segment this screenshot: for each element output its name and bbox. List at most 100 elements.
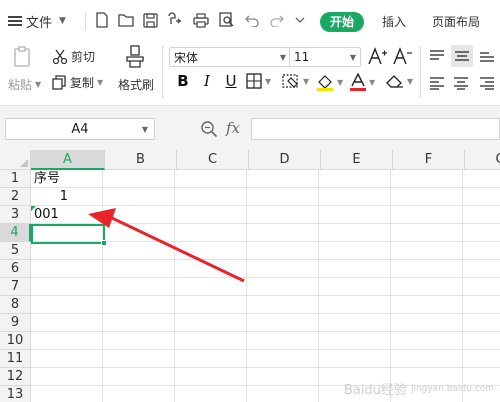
fill-effects-button[interactable]: ▼ xyxy=(282,73,309,89)
print-preview-icon[interactable] xyxy=(219,12,235,28)
chevron-down-icon: ▼ xyxy=(369,77,376,87)
align-top-icon[interactable] xyxy=(427,46,447,66)
select-all-corner[interactable] xyxy=(0,150,31,170)
save-icon[interactable] xyxy=(142,12,158,28)
underline-icon[interactable]: U xyxy=(222,72,240,90)
column-header-c[interactable]: C xyxy=(177,150,249,170)
row-header-2[interactable]: 2 xyxy=(0,188,31,206)
ribbon-toolbar: 粘贴 ▼ 剪切 复制 ▼ 格式刷 宋体 ▼ 11 ▼ B I U ▼ ▼ ▼ ▼… xyxy=(0,40,500,106)
watermark-brand: Baidu经验 xyxy=(343,383,407,398)
row-header-3[interactable]: 3 xyxy=(0,206,31,224)
column-header-g[interactable]: G xyxy=(465,150,500,170)
row-header-5[interactable]: 5 xyxy=(0,242,31,260)
cell-style-icon xyxy=(282,74,298,88)
align-left-icon[interactable] xyxy=(427,73,447,93)
export-icon[interactable] xyxy=(166,12,182,28)
divider xyxy=(420,46,421,98)
chevron-down-icon: ▼ xyxy=(59,16,66,26)
decrease-font-icon[interactable] xyxy=(393,47,413,65)
redo-icon[interactable] xyxy=(268,12,284,28)
row-header-12[interactable]: 12 xyxy=(0,368,31,386)
zoom-icon[interactable] xyxy=(200,120,218,138)
column-header-a[interactable]: A xyxy=(31,150,105,170)
file-menu-button[interactable]: 文件 ▼ xyxy=(8,10,66,32)
column-header-d[interactable]: D xyxy=(249,150,321,170)
bold-icon[interactable]: B xyxy=(174,72,192,90)
copy-button[interactable]: 复制 ▼ xyxy=(52,74,103,91)
chevron-down-icon: ▼ xyxy=(303,76,310,86)
name-box[interactable]: A4 ▼ xyxy=(5,118,155,140)
align-right-icon[interactable] xyxy=(477,73,497,93)
scissors-icon xyxy=(52,49,68,64)
cell-area[interactable] xyxy=(31,170,500,402)
font-color-button[interactable]: ▼ xyxy=(350,73,375,91)
clear-button[interactable]: ▼ xyxy=(386,73,413,89)
cell-a1[interactable]: 序号 xyxy=(31,170,105,188)
font-name-select[interactable]: 宋体 ▼ xyxy=(169,47,291,67)
column-header-b[interactable]: B xyxy=(105,150,177,170)
chevron-down-icon: ▼ xyxy=(349,52,356,62)
align-center-icon[interactable] xyxy=(451,73,471,93)
fill-color-button[interactable]: ▼ xyxy=(316,73,343,91)
row-header-10[interactable]: 10 xyxy=(0,332,31,350)
paste-button[interactable]: 粘贴 ▼ xyxy=(8,76,41,93)
cell-a3[interactable]: 001 xyxy=(31,206,105,224)
print-icon[interactable] xyxy=(193,12,209,28)
cell-a2[interactable]: 1 xyxy=(31,188,71,206)
increase-font-icon[interactable] xyxy=(368,47,388,65)
chevron-down-icon: ▼ xyxy=(407,76,414,86)
font-size-select[interactable]: 11 ▼ xyxy=(289,47,361,67)
tab-insert[interactable]: 插入 xyxy=(382,12,406,32)
format-painter-icon[interactable] xyxy=(124,44,146,70)
watermark: Baidu经验 jingyan.baidu.com xyxy=(344,379,494,398)
column-header-f[interactable]: F xyxy=(393,150,465,170)
row-header-6[interactable]: 6 xyxy=(0,260,31,278)
open-folder-icon[interactable] xyxy=(118,12,134,28)
copy-icon xyxy=(52,75,66,90)
fill-handle[interactable] xyxy=(101,240,107,246)
fx-icon[interactable]: fx xyxy=(226,119,240,137)
divider xyxy=(85,12,86,30)
customize-chevron-icon[interactable] xyxy=(292,12,308,28)
divider xyxy=(162,46,163,98)
spreadsheet-grid: A B C D E F G 1 2 3 4 5 6 7 8 9 10 11 12… xyxy=(0,150,500,402)
row-header-11[interactable]: 11 xyxy=(0,350,31,368)
border-icon xyxy=(246,73,262,89)
tab-home[interactable]: 开始 xyxy=(320,12,365,32)
row-header-1[interactable]: 1 xyxy=(0,170,31,188)
row-header-13[interactable]: 13 xyxy=(0,386,31,402)
row-header-8[interactable]: 8 xyxy=(0,296,31,314)
row-header-9[interactable]: 9 xyxy=(0,314,31,332)
formula-input[interactable] xyxy=(251,118,500,140)
title-bar: 文件 ▼ 开始 插入 页面布局 xyxy=(0,0,500,40)
hamburger-icon xyxy=(8,16,22,26)
new-document-icon[interactable] xyxy=(94,12,110,28)
eraser-icon xyxy=(386,75,403,88)
formula-bar: A4 ▼ fx xyxy=(0,106,500,150)
font-name-value: 宋体 xyxy=(174,50,199,65)
selected-cell-a4[interactable] xyxy=(31,224,107,246)
format-painter-label: 格式刷 xyxy=(118,78,155,92)
chevron-down-icon: ▼ xyxy=(35,80,42,89)
cut-button[interactable]: 剪切 xyxy=(52,48,95,65)
copy-label: 复制 xyxy=(70,76,95,90)
align-bottom-icon[interactable] xyxy=(477,46,497,66)
format-painter-button[interactable]: 格式刷 xyxy=(118,76,154,93)
chevron-down-icon: ▼ xyxy=(279,52,286,62)
font-color-icon xyxy=(350,73,366,91)
row-header-4[interactable]: 4 xyxy=(0,224,31,242)
error-indicator-icon xyxy=(31,206,36,211)
italic-icon[interactable]: I xyxy=(198,72,216,90)
column-header-e[interactable]: E xyxy=(321,150,393,170)
paste-icon[interactable] xyxy=(12,45,34,69)
row-header-7[interactable]: 7 xyxy=(0,278,31,296)
tab-page-layout[interactable]: 页面布局 xyxy=(432,12,480,32)
chevron-down-icon: ▼ xyxy=(337,77,344,87)
borders-button[interactable]: ▼ xyxy=(246,73,271,89)
file-menu-label: 文件 xyxy=(26,15,53,31)
paste-label: 粘贴 xyxy=(8,78,33,92)
undo-icon[interactable] xyxy=(244,12,260,28)
align-middle-icon[interactable] xyxy=(451,45,473,67)
cut-label: 剪切 xyxy=(71,50,96,64)
font-size-value: 11 xyxy=(294,50,310,64)
